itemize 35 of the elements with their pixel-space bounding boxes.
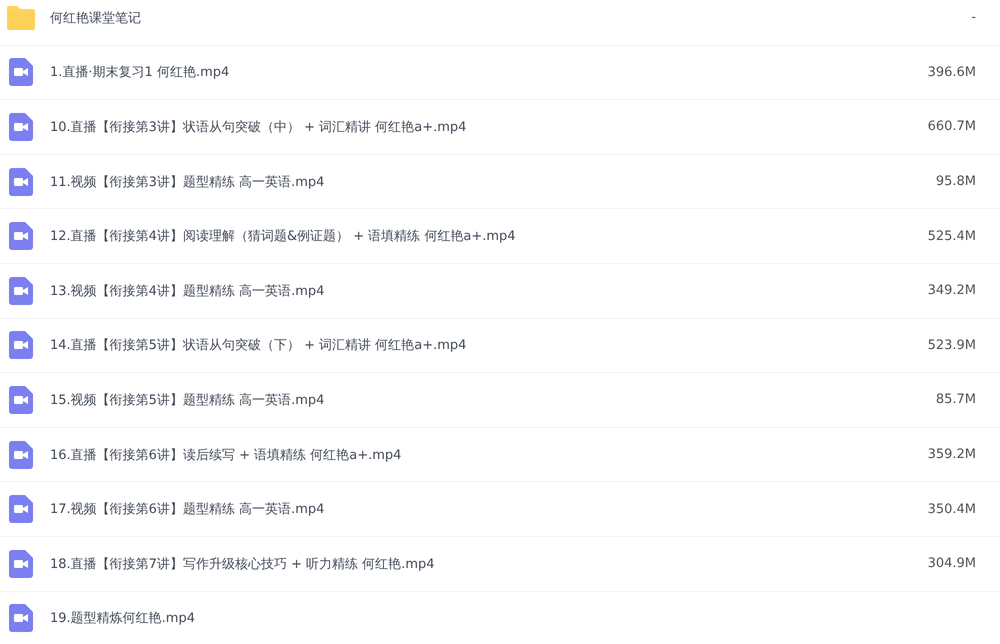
- video-file-icon: [9, 222, 33, 250]
- file-name[interactable]: 14.直播【衔接第5讲】状语从句突破（下） + 词汇精讲 何红艳a+.mp4: [50, 336, 856, 354]
- file-name[interactable]: 19.题型精炼何红艳.mp4: [50, 609, 1000, 628]
- file-name[interactable]: 16.直播【衔接第6讲】读后续写 + 语填精练 何红艳a+.mp4: [50, 446, 856, 464]
- video-file-icon: [9, 58, 33, 86]
- file-name[interactable]: 10.直播【衔接第3讲】状语从句突破（中） + 词汇精讲 何红艳a+.mp4: [50, 118, 856, 136]
- file-size: 525.4M: [926, 228, 977, 244]
- file-size: 523.9M: [926, 338, 977, 353]
- video-file-icon: [9, 604, 33, 632]
- file-size: 660.7M: [926, 119, 977, 134]
- video-file-icon: [9, 495, 33, 524]
- file-size: 85.7M: [934, 392, 977, 408]
- file-size: 304.9M: [926, 556, 977, 572]
- folder-icon: [5, 4, 37, 31]
- video-file-icon: [9, 386, 33, 414]
- file-size: 349.2M: [926, 283, 977, 298]
- video-file-icon: [9, 550, 33, 578]
- file-name[interactable]: 17.视频【衔接第6讲】题型精练 高一英语.mp4: [50, 500, 856, 518]
- video-file-icon: [9, 276, 33, 305]
- file-size: 396.6M: [926, 64, 977, 80]
- file-name[interactable]: 何红艳课堂笔记: [50, 8, 856, 27]
- file-name[interactable]: 18.直播【衔接第7讲】写作升级核心技巧 + 听力精练 何红艳.mp4: [50, 554, 856, 573]
- file-name[interactable]: 11.视频【衔接第3讲】题型精练 高一英语.mp4: [50, 172, 856, 191]
- file-name[interactable]: 15.视频【衔接第5讲】题型精练 高一英语.mp4: [50, 390, 856, 409]
- file-size: 359.2M: [926, 447, 977, 462]
- file-size: -: [970, 10, 977, 26]
- video-file-icon: [9, 440, 33, 469]
- file-size: 95.8M: [934, 174, 977, 190]
- video-file-icon: [9, 168, 33, 196]
- file-size: 350.4M: [926, 502, 977, 517]
- video-file-icon: [9, 112, 33, 141]
- file-name[interactable]: 12.直播【衔接第4讲】阅读理解（猜词题&例证题） + 语填精练 何红艳a+.mp4: [50, 227, 856, 246]
- video-file-icon: [9, 331, 33, 360]
- file-name[interactable]: 13.视频【衔接第4讲】题型精练 高一英语.mp4: [50, 282, 856, 300]
- file-name[interactable]: 1.直播·期末复习1 何红艳.mp4: [50, 63, 856, 82]
